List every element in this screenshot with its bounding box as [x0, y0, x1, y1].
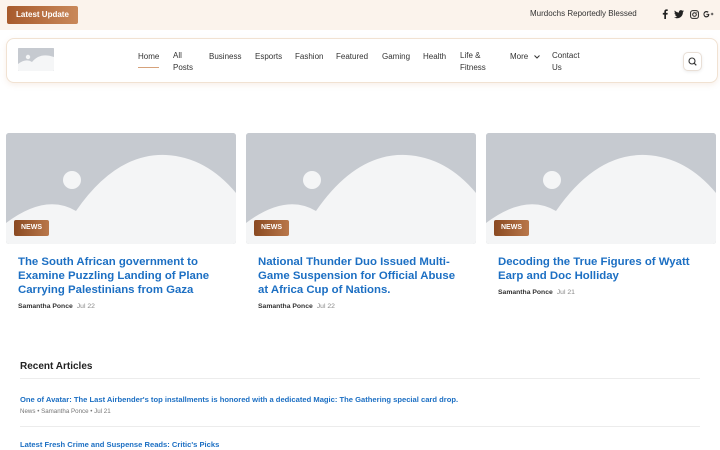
article-meta: Samantha Ponce Jul 21 [498, 289, 575, 296]
article-meta: Samantha Ponce Jul 22 [258, 303, 335, 310]
search-icon [688, 57, 697, 66]
article-title[interactable]: The South African government to Examine … [18, 255, 223, 297]
nav-more[interactable]: More [510, 51, 541, 63]
nav-featured[interactable]: Featured [336, 51, 368, 63]
nav-fashion[interactable]: Fashion [295, 51, 323, 63]
nav-esports[interactable]: Esports [255, 51, 282, 63]
news-ticker[interactable]: Murdochs Reportedly Blessed [530, 9, 647, 18]
facebook-icon[interactable] [659, 8, 671, 20]
category-badge[interactable]: NEWS [494, 220, 529, 236]
article-title[interactable]: National Thunder Duo Issued Multi-Game S… [258, 255, 463, 297]
section-divider [20, 378, 700, 379]
twitter-icon[interactable] [673, 8, 685, 20]
main-header: Home All Posts Business Esports Fashion … [6, 38, 718, 83]
article-author[interactable]: Samantha Ponce [258, 303, 313, 310]
nav-more-label: More [510, 52, 529, 61]
article-title[interactable]: Decoding the True Figures of Wyatt Earp … [498, 255, 703, 283]
top-bar: Latest Update Murdochs Reportedly Blesse… [0, 0, 720, 30]
recent-article-meta: News • Samantha Ponce • Jul 21 [20, 408, 111, 415]
article-author[interactable]: Samantha Ponce [18, 303, 73, 310]
chevron-down-icon [534, 55, 541, 59]
latest-update-button[interactable]: Latest Update [7, 6, 78, 24]
article-author[interactable]: Samantha Ponce [498, 289, 553, 296]
recent-articles-heading: Recent Articles [20, 361, 93, 372]
article-meta: Samantha Ponce Jul 22 [18, 303, 95, 310]
nav-life-fitness[interactable]: Life & Fitness [460, 50, 486, 73]
nav-gaming[interactable]: Gaming [382, 51, 410, 63]
article-date: Jul 21 [556, 289, 575, 296]
category-badge[interactable]: NEWS [254, 220, 289, 236]
recent-article-title[interactable]: Latest Fresh Crime and Suspense Reads: C… [20, 440, 219, 449]
site-logo[interactable] [18, 48, 54, 71]
nav-business[interactable]: Business [209, 51, 241, 63]
list-divider [20, 426, 700, 427]
recent-article-title[interactable]: One of Avatar: The Last Airbender's top … [20, 395, 458, 404]
article-date: Jul 22 [76, 303, 95, 310]
google-plus-icon[interactable] [702, 8, 714, 20]
nav-contact-us[interactable]: Contact Us [552, 50, 580, 73]
article-date: Jul 22 [316, 303, 335, 310]
nav-all-posts[interactable]: All Posts [173, 50, 193, 73]
nav-home[interactable]: Home [138, 51, 160, 68]
search-button[interactable] [683, 52, 702, 71]
instagram-icon[interactable] [688, 8, 700, 20]
nav-health[interactable]: Health [423, 51, 446, 63]
category-badge[interactable]: NEWS [14, 220, 49, 236]
